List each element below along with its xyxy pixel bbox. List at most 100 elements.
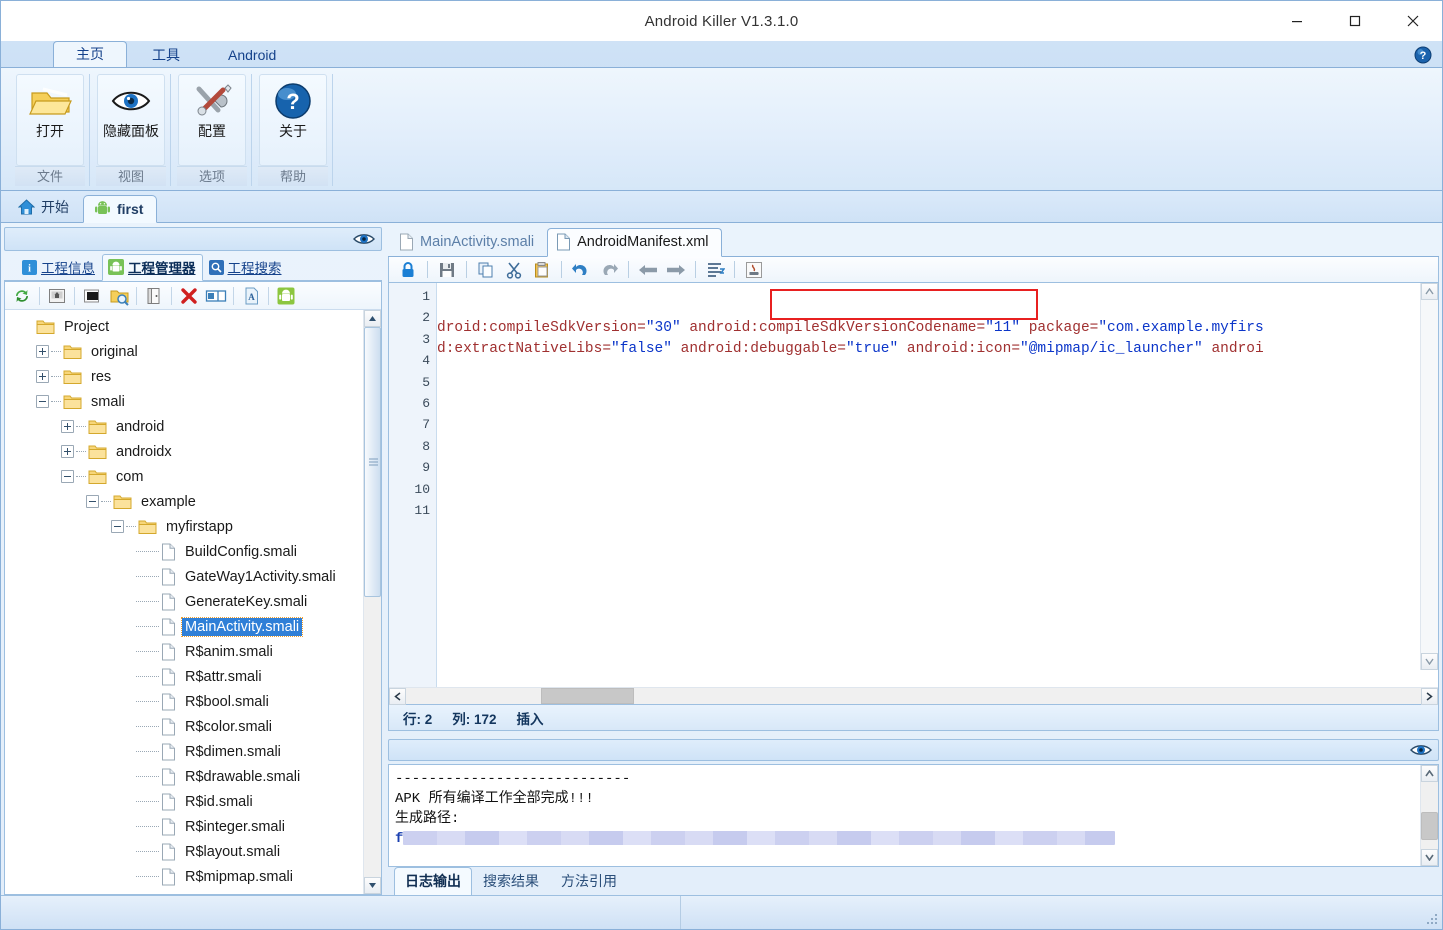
scroll-left-button[interactable] [389, 687, 406, 705]
tree-expander-plus-icon[interactable] [61, 445, 74, 458]
scroll-down-button[interactable] [364, 877, 381, 894]
log-tab-output[interactable]: 日志输出 [394, 867, 472, 896]
tree-expander-minus-icon[interactable] [111, 520, 124, 533]
tree-node[interactable]: BuildConfig.smali [11, 539, 363, 564]
tree-node[interactable]: R$id.smali [11, 789, 363, 814]
forward-arrow-icon[interactable] [663, 259, 689, 281]
scroll-track[interactable] [1421, 300, 1438, 653]
editor-vertical-scrollbar[interactable] [1420, 283, 1438, 670]
tree-node[interactable]: res [11, 364, 363, 389]
editor-tab-androidmanifest[interactable]: AndroidManifest.xml [547, 228, 722, 257]
tab-project-manager[interactable]: 工程管理器 [102, 254, 203, 281]
delete-icon[interactable] [176, 284, 202, 308]
about-button[interactable]: ? 关于 [259, 74, 327, 166]
scroll-up-button[interactable] [1421, 765, 1438, 782]
left-panel-eye-icon[interactable] [353, 232, 375, 251]
redo-icon[interactable] [596, 259, 622, 281]
tree-expander-plus-icon[interactable] [36, 345, 49, 358]
scroll-up-button[interactable] [364, 310, 381, 327]
tab-start[interactable]: 开始 [7, 192, 83, 222]
horizontal-splitter[interactable] [388, 731, 1439, 739]
screen-icon[interactable] [79, 284, 105, 308]
scroll-track[interactable] [364, 327, 381, 877]
android-build-icon[interactable] [273, 284, 299, 308]
tree-node[interactable]: R$anim.smali [11, 639, 363, 664]
tree-node[interactable]: smali [11, 389, 363, 414]
tree-node[interactable]: R$attr.smali [11, 664, 363, 689]
ribbon-tab-android[interactable]: Android [205, 42, 299, 68]
project-tree[interactable]: Project original res smali android androidx co… [5, 310, 363, 894]
tree-node[interactable]: R$integer.smali [11, 814, 363, 839]
tab-first[interactable]: first [83, 195, 158, 223]
scroll-thumb[interactable] [541, 687, 634, 704]
tab-project-info[interactable]: i 工程信息 [16, 254, 102, 280]
scroll-track[interactable] [1421, 782, 1438, 849]
minimize-button[interactable] [1268, 1, 1326, 41]
log-tab-search-results[interactable]: 搜索结果 [472, 867, 550, 895]
tree-expander-minus-icon[interactable] [86, 495, 99, 508]
tree-node[interactable]: GenerateKey.smali [11, 589, 363, 614]
tree-node[interactable]: androidx [11, 439, 363, 464]
text-file-icon[interactable]: A [238, 284, 264, 308]
close-button[interactable] [1384, 1, 1442, 41]
paste-icon[interactable] [529, 259, 555, 281]
editor-horizontal-scrollbar[interactable] [389, 687, 1438, 705]
log-tab-method-refs[interactable]: 方法引用 [550, 867, 628, 895]
copy-icon[interactable] [473, 259, 499, 281]
tree-node[interactable]: android [11, 414, 363, 439]
scroll-thumb[interactable] [1421, 812, 1438, 840]
editor-tab-mainactivity[interactable]: MainActivity.smali [390, 228, 547, 256]
tree-node[interactable]: Project [11, 314, 363, 339]
log-output-box[interactable]: ---------------------------- APK 所有编译工作全部… [388, 764, 1439, 867]
scroll-down-button[interactable] [1421, 849, 1438, 866]
log-panel-eye-icon[interactable] [1410, 743, 1432, 762]
back-arrow-icon[interactable] [635, 259, 661, 281]
resize-grip-icon[interactable] [1426, 913, 1439, 926]
open-button[interactable]: 打开 [16, 74, 84, 166]
folder-search-icon[interactable] [106, 284, 132, 308]
maximize-button[interactable] [1326, 1, 1384, 41]
scroll-track[interactable] [406, 687, 1421, 705]
cut-icon[interactable] [501, 259, 527, 281]
file-icon [162, 743, 175, 760]
hide-panel-button[interactable]: 隐藏面板 [97, 74, 165, 166]
ribbon-tab-tools[interactable]: 工具 [129, 42, 203, 68]
rename-icon[interactable] [203, 284, 229, 308]
tree-node[interactable]: R$mipmap.smali [11, 864, 363, 889]
export-icon[interactable] [44, 284, 70, 308]
tree-node[interactable]: R$dimen.smali [11, 739, 363, 764]
refresh-icon[interactable] [9, 284, 35, 308]
tree-node[interactable]: com [11, 464, 363, 489]
scroll-right-button[interactable] [1421, 687, 1438, 705]
undo-icon[interactable] [568, 259, 594, 281]
help-button[interactable]: ? [1414, 46, 1432, 64]
java-icon[interactable] [741, 259, 767, 281]
save-icon[interactable] [434, 259, 460, 281]
tree-expander-minus-icon[interactable] [61, 470, 74, 483]
log-vertical-scrollbar[interactable] [1420, 765, 1438, 866]
tree-node[interactable]: myfirstapp [11, 514, 363, 539]
book-icon[interactable] [141, 284, 167, 308]
tree-node[interactable]: R$color.smali [11, 714, 363, 739]
tree-node[interactable]: R$layout.smali [11, 839, 363, 864]
format-icon[interactable] [702, 259, 728, 281]
config-button[interactable]: 配置 [178, 74, 246, 166]
tree-expander-plus-icon[interactable] [36, 370, 49, 383]
scroll-up-button[interactable] [1421, 283, 1438, 300]
lock-icon[interactable] [395, 259, 421, 281]
tree-node[interactable]: R$bool.smali [11, 689, 363, 714]
tree-node[interactable]: MainActivity.smali [11, 614, 363, 639]
ribbon-tab-home[interactable]: 主页 [53, 41, 127, 68]
scroll-thumb[interactable] [364, 327, 381, 597]
code-editor[interactable]: 1 2 3 4 5 6 7 8 9 10 11 droid:compileSdkVersion="3… [388, 283, 1439, 705]
scroll-down-button[interactable] [1421, 653, 1438, 670]
tree-node[interactable]: example [11, 489, 363, 514]
tab-project-search[interactable]: 工程搜索 [203, 254, 289, 280]
tree-node[interactable]: original [11, 339, 363, 364]
tree-node[interactable]: GateWay1Activity.smali [11, 564, 363, 589]
tree-expander-minus-icon[interactable] [36, 395, 49, 408]
code-text-area[interactable]: droid:compileSdkVersion="30" android:com… [437, 283, 1438, 687]
tree-vertical-scrollbar[interactable] [363, 310, 381, 894]
tree-expander-plus-icon[interactable] [61, 420, 74, 433]
tree-node[interactable]: R$drawable.smali [11, 764, 363, 789]
